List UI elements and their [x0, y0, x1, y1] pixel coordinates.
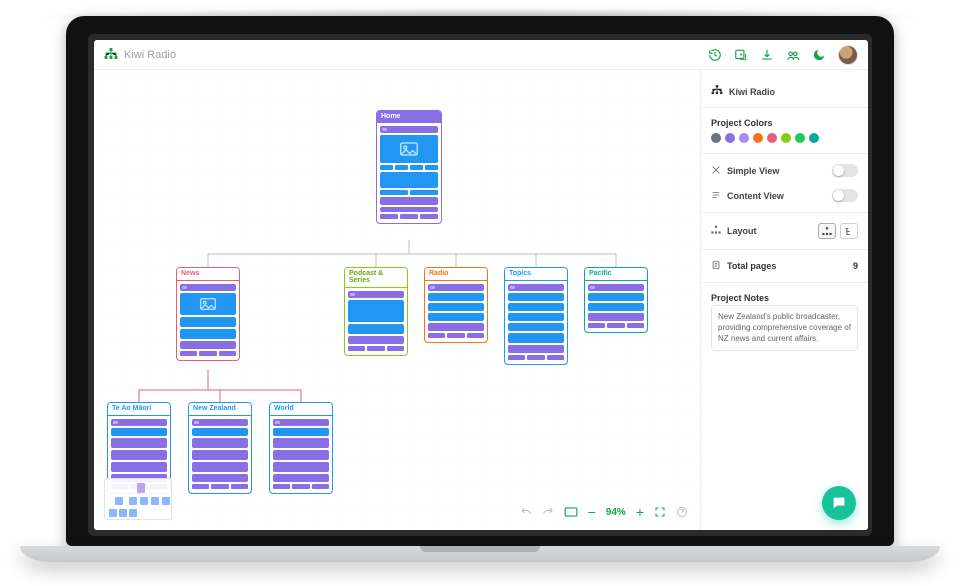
zoom-level: 94%	[606, 507, 626, 518]
sitemap-icon	[711, 85, 723, 98]
node-pacific-title: Pacific	[585, 268, 647, 281]
node-podcasts[interactable]: Podcast & Series	[344, 267, 408, 356]
zoom-controls: − 94% +	[520, 504, 688, 520]
history-icon[interactable]	[708, 48, 722, 62]
simple-view-toggle[interactable]	[832, 164, 858, 177]
side-panel: Kiwi Radio Project Colors Simple View	[700, 70, 868, 530]
node-nz-title: New Zealand	[189, 403, 251, 416]
layout-label: Layout	[727, 226, 757, 236]
app-title: Kiwi Radio	[124, 49, 176, 61]
node-nz[interactable]: New Zealand	[188, 402, 252, 494]
content-view-row: Content View	[711, 183, 858, 208]
layout-row: Layout	[711, 217, 858, 245]
color-dot[interactable]	[739, 133, 749, 143]
top-bar-right	[708, 45, 858, 65]
node-topics-title: Topics	[505, 268, 567, 281]
fit-icon[interactable]	[564, 506, 578, 518]
layout-indent-button[interactable]	[840, 223, 858, 239]
layout-tree-button[interactable]	[818, 223, 836, 239]
color-dot[interactable]	[711, 133, 721, 143]
node-news[interactable]: News	[176, 267, 240, 361]
project-colors-label: Project Colors	[711, 112, 858, 130]
screen-bezel: Kiwi Radio	[66, 16, 894, 546]
workspace: Home	[94, 70, 700, 530]
node-podcasts-title: Podcast & Series	[345, 268, 407, 288]
content-view-label: Content View	[727, 191, 784, 201]
color-dot[interactable]	[795, 133, 805, 143]
fullscreen-icon[interactable]	[654, 506, 666, 518]
top-bar: Kiwi Radio	[94, 40, 868, 70]
project-notes-label: Project Notes	[711, 287, 858, 305]
simple-view-row: Simple View	[711, 158, 858, 183]
node-radio[interactable]: Radio	[424, 267, 488, 343]
add-page-icon[interactable]	[734, 48, 748, 62]
node-home-title: Home	[377, 111, 441, 123]
download-icon[interactable]	[760, 48, 774, 62]
layout-icon	[711, 225, 721, 237]
minimap[interactable]	[104, 478, 172, 520]
node-home[interactable]: Home	[376, 110, 442, 224]
total-pages-value: 9	[853, 261, 858, 271]
app-viewport: Kiwi Radio	[94, 40, 868, 530]
node-news-title: News	[177, 268, 239, 281]
top-bar-left: Kiwi Radio	[104, 48, 176, 62]
project-color-dots	[711, 130, 858, 149]
laptop-base	[20, 546, 940, 562]
chat-button[interactable]	[822, 486, 856, 520]
node-teao-title: Te Ao Māori	[108, 403, 170, 416]
sitemap-logo-icon[interactable]	[104, 48, 118, 62]
user-avatar[interactable]	[838, 45, 858, 65]
dark-mode-icon[interactable]	[812, 48, 826, 62]
node-world-title: World	[270, 403, 332, 416]
canvas[interactable]: Home	[94, 70, 700, 530]
color-dot[interactable]	[781, 133, 791, 143]
color-dot[interactable]	[753, 133, 763, 143]
node-pacific[interactable]: Pacific	[584, 267, 648, 333]
project-name[interactable]: Kiwi Radio	[729, 87, 775, 97]
screen-inner: Kiwi Radio	[88, 34, 872, 536]
node-topics[interactable]: Topics	[504, 267, 568, 365]
simple-view-icon	[711, 165, 721, 177]
project-header: Kiwi Radio	[711, 80, 858, 103]
simple-view-label: Simple View	[727, 166, 779, 176]
color-dot[interactable]	[767, 133, 777, 143]
total-pages-row: Total pages 9	[711, 254, 858, 278]
zoom-out-icon[interactable]: −	[588, 504, 596, 520]
node-world[interactable]: World	[269, 402, 333, 494]
laptop-frame: Kiwi Radio	[66, 16, 894, 562]
content-view-toggle[interactable]	[832, 189, 858, 202]
content-view-icon	[711, 190, 721, 202]
total-pages-label: Total pages	[727, 261, 776, 271]
zoom-in-icon[interactable]: +	[636, 504, 644, 520]
project-notes[interactable]: New Zealand's public broadcaster, provid…	[711, 305, 858, 351]
node-radio-title: Radio	[425, 268, 487, 281]
pages-icon	[711, 260, 721, 272]
undo-icon[interactable]	[520, 506, 532, 518]
redo-icon[interactable]	[542, 506, 554, 518]
color-dot[interactable]	[809, 133, 819, 143]
share-icon[interactable]	[786, 48, 800, 62]
color-dot[interactable]	[725, 133, 735, 143]
help-icon[interactable]	[676, 506, 688, 518]
